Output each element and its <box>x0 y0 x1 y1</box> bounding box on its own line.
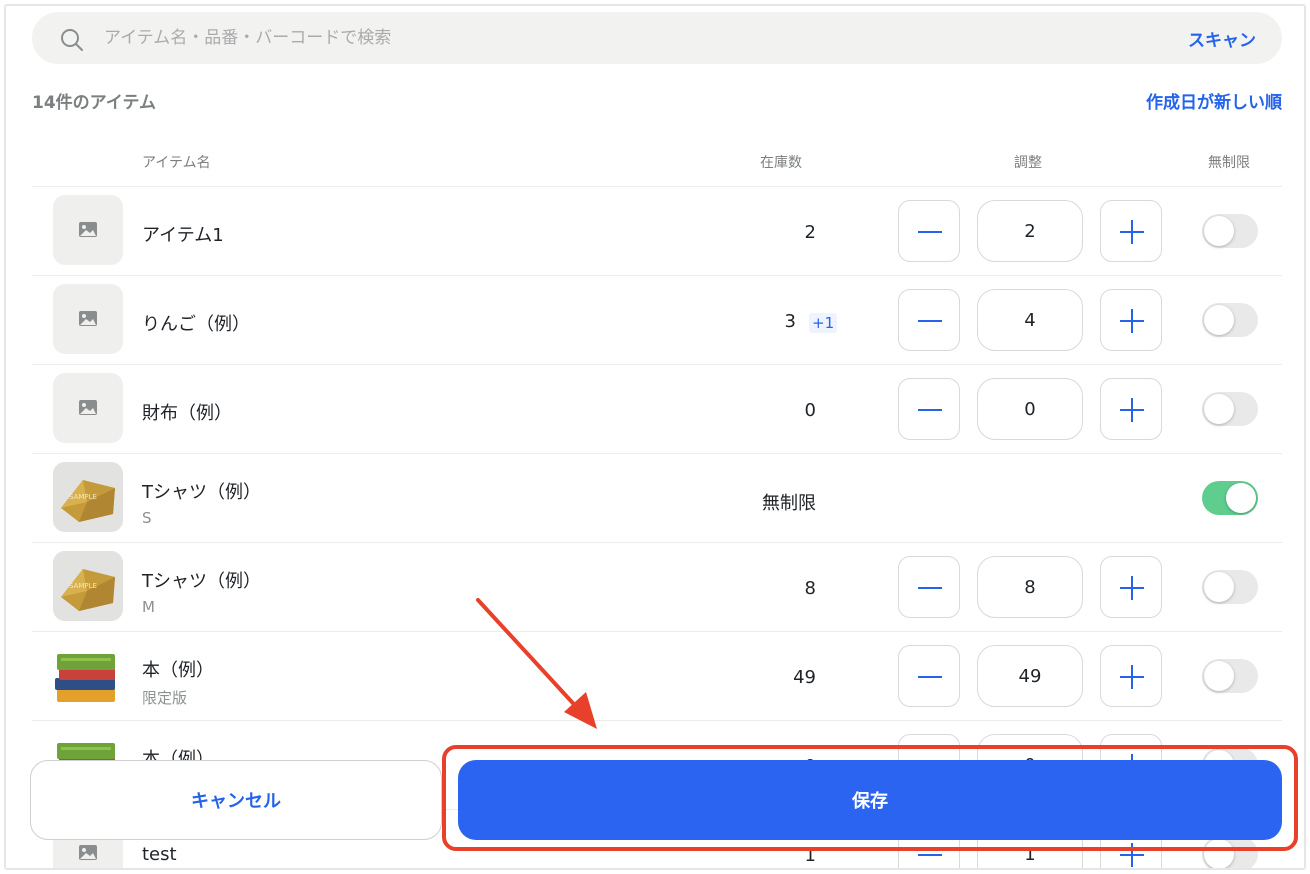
item-stock: 2 <box>804 222 816 243</box>
table-row: SAMPLE Tシャツ（例） M 8 <box>32 542 1282 631</box>
column-header-name: アイテム名 <box>142 155 211 171</box>
item-name: Tシャツ（例） <box>142 482 261 503</box>
column-header-adjust: 調整 <box>1014 155 1042 171</box>
increase-button[interactable] <box>1100 289 1162 351</box>
sample-product-photo: SAMPLE <box>53 462 123 532</box>
decrease-button[interactable] <box>898 645 960 707</box>
unlimited-toggle[interactable] <box>1202 659 1258 693</box>
books-photo <box>53 640 123 710</box>
unlimited-toggle[interactable] <box>1202 570 1258 604</box>
item-stock-unlimited: 無制限 <box>762 493 816 514</box>
table-row: りんご（例） 3 +1 <box>32 275 1282 364</box>
quantity-input[interactable] <box>977 200 1083 262</box>
action-bar: キャンセル 保存 <box>6 748 1304 868</box>
save-button[interactable]: 保存 <box>458 760 1282 840</box>
image-placeholder-icon <box>53 284 123 354</box>
quantity-input[interactable] <box>977 289 1083 351</box>
item-variant: 限定版 <box>142 689 188 707</box>
unlimited-toggle[interactable] <box>1202 303 1258 337</box>
table-row: 本（例） 限定版 49 <box>32 631 1282 720</box>
item-stock: 8 <box>804 578 816 599</box>
quantity-input[interactable] <box>977 378 1083 440</box>
unlimited-toggle[interactable] <box>1202 214 1258 248</box>
sort-button[interactable]: 作成日が新しい順 <box>1146 88 1282 113</box>
item-stock: 0 <box>804 400 816 421</box>
item-stock: 49 <box>793 667 816 688</box>
inventory-adjust-panel: スキャン 14件のアイテム 作成日が新しい順 アイテム名 在庫数 調整 無制限 … <box>4 4 1306 870</box>
item-count: 14件のアイテム <box>32 93 156 113</box>
search-bar[interactable]: スキャン <box>32 12 1282 64</box>
increase-button[interactable] <box>1100 378 1162 440</box>
item-name: Tシャツ（例） <box>142 571 261 592</box>
item-variant: S <box>142 509 152 527</box>
search-input[interactable] <box>104 26 1004 50</box>
table-row: アイテム1 2 <box>32 186 1282 275</box>
item-variant: M <box>142 598 155 616</box>
increase-button[interactable] <box>1100 645 1162 707</box>
search-icon <box>60 28 83 51</box>
quantity-input[interactable] <box>977 556 1083 618</box>
item-name: アイテム1 <box>142 225 224 246</box>
table-row: 財布（例） 0 <box>32 364 1282 453</box>
image-placeholder-icon <box>53 195 123 265</box>
quantity-input[interactable] <box>977 645 1083 707</box>
cancel-button[interactable]: キャンセル <box>30 760 442 840</box>
item-name: 財布（例） <box>142 403 232 424</box>
column-header-unlimited: 無制限 <box>1208 155 1250 171</box>
sample-watermark: SAMPLE <box>69 582 97 590</box>
decrease-button[interactable] <box>898 378 960 440</box>
scan-button[interactable]: スキャン <box>1188 26 1256 51</box>
sample-watermark: SAMPLE <box>69 493 97 501</box>
sample-product-photo: SAMPLE <box>53 551 123 621</box>
increase-button[interactable] <box>1100 200 1162 262</box>
unlimited-toggle[interactable] <box>1202 481 1258 515</box>
decrease-button[interactable] <box>898 200 960 262</box>
column-header-stock: 在庫数 <box>760 155 802 171</box>
increase-button[interactable] <box>1100 556 1162 618</box>
item-stock: 3 <box>784 311 796 332</box>
decrease-button[interactable] <box>898 556 960 618</box>
image-placeholder-icon <box>53 373 123 443</box>
table-row: SAMPLE Tシャツ（例） S 無制限 <box>32 453 1282 542</box>
item-name: りんご（例） <box>142 314 250 335</box>
item-name: 本（例） <box>142 660 214 681</box>
unlimited-toggle[interactable] <box>1202 392 1258 426</box>
stock-diff-badge: +1 <box>809 313 838 333</box>
decrease-button[interactable] <box>898 289 960 351</box>
